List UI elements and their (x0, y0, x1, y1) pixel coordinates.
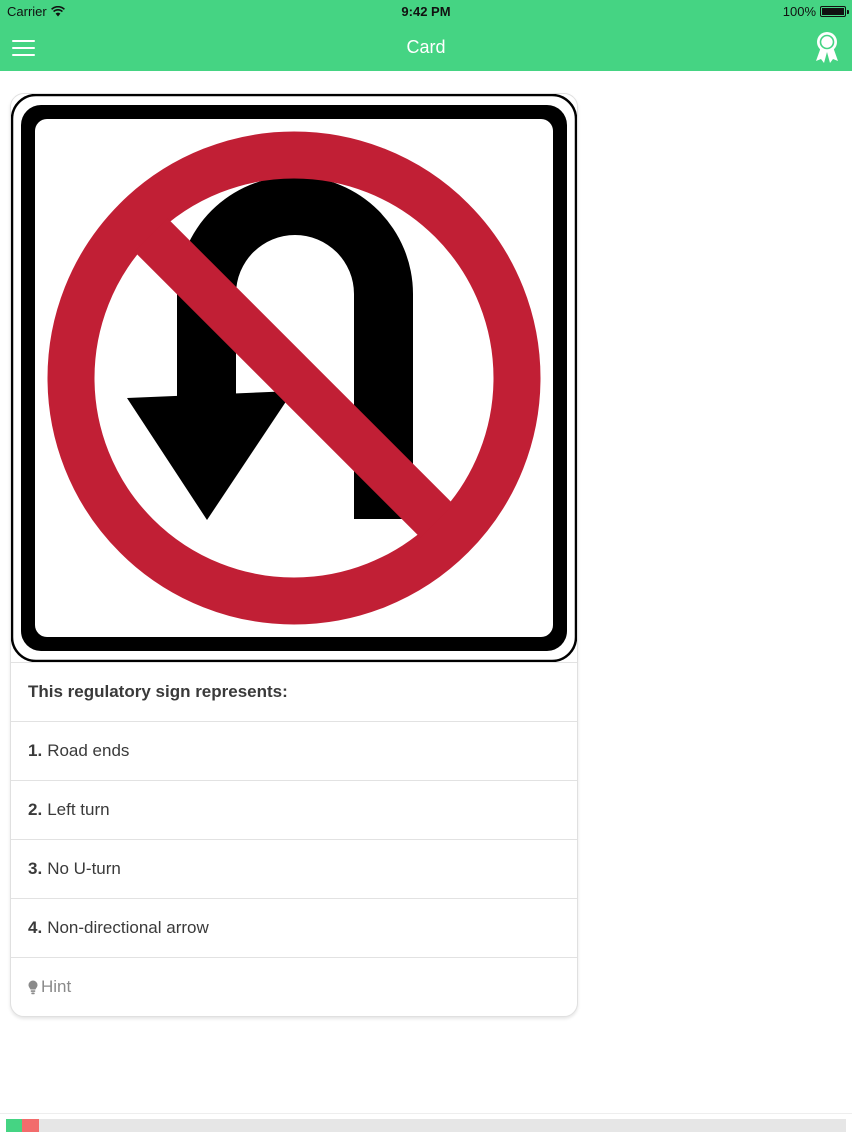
answer-option-2[interactable]: 2. Left turn (11, 780, 577, 839)
nav-bar: Card (0, 24, 852, 71)
page-title: Card (406, 37, 446, 57)
hint-button[interactable]: Hint (11, 957, 577, 1016)
lightbulb-icon (28, 980, 38, 994)
option-label: Non-directional arrow (47, 918, 209, 937)
option-label: No U-turn (47, 859, 121, 878)
answer-option-3[interactable]: 3. No U-turn (11, 839, 577, 898)
flash-card: This regulatory sign represents: 1. Road… (10, 93, 578, 1017)
option-number: 2. (28, 800, 43, 819)
option-label: Road ends (47, 741, 130, 760)
divider (0, 1113, 852, 1114)
progress-wrong-segment (21, 1119, 39, 1132)
hint-label: Hint (41, 977, 72, 996)
award-ribbon-icon (816, 32, 838, 63)
status-bar: Carrier 9:42 PM 100% (0, 0, 852, 24)
clock: 9:42 PM (401, 4, 451, 19)
option-label: Left turn (47, 800, 110, 819)
no-u-turn-sign-image (11, 94, 577, 662)
question-text: This regulatory sign represents: (11, 662, 577, 721)
option-number: 4. (28, 918, 43, 937)
award-button[interactable] (812, 30, 842, 64)
progress-bar (6, 1119, 846, 1132)
answer-option-1[interactable]: 1. Road ends (11, 721, 577, 780)
battery-percent: 100% (782, 4, 816, 19)
answer-option-4[interactable]: 4. Non-directional arrow (11, 898, 577, 957)
option-number: 3. (28, 859, 43, 878)
battery-icon (820, 6, 849, 17)
battery-indicator: 100% (782, 4, 849, 19)
progress-correct-segment (6, 1119, 22, 1132)
option-number: 1. (28, 741, 43, 760)
